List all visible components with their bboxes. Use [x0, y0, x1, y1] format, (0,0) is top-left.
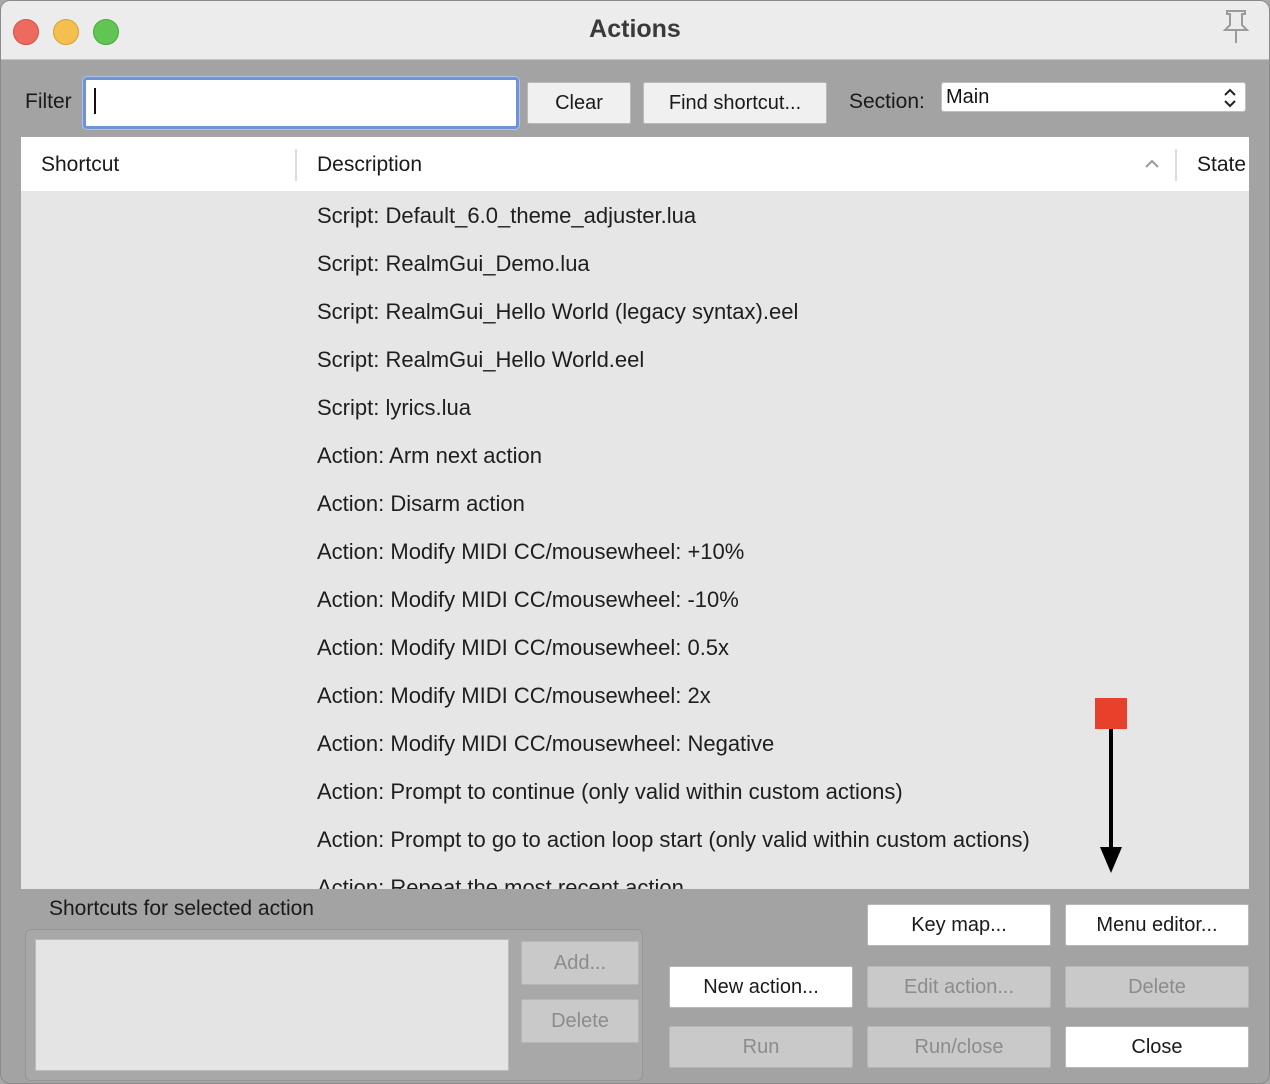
table-row[interactable]: Action: Disarm action — [21, 479, 1249, 527]
list-header: Shortcut Description State — [21, 137, 1249, 191]
column-header-description[interactable]: Description — [317, 153, 422, 177]
row-description: Script: RealmGui_Demo.lua — [317, 251, 590, 276]
row-description: Action: Modify MIDI CC/mousewheel: -10% — [317, 587, 739, 612]
row-description: Action: Modify MIDI CC/mousewheel: 0.5x — [317, 635, 730, 660]
find-shortcut-button[interactable]: Find shortcut... — [643, 82, 827, 124]
row-description: Script: Default_6.0_theme_adjuster.lua — [317, 203, 697, 228]
row-description: Action: Arm next action — [317, 443, 542, 468]
column-divider[interactable] — [295, 149, 297, 181]
run-close-button[interactable]: Run/close — [867, 1026, 1051, 1068]
pin-icon[interactable] — [1219, 7, 1253, 45]
clear-button[interactable]: Clear — [527, 82, 631, 124]
menu-editor-button[interactable]: Menu editor... — [1065, 904, 1249, 946]
row-description: Action: Prompt to go to action loop star… — [317, 827, 1030, 852]
row-description: Action: Modify MIDI CC/mousewheel: Negat… — [317, 731, 775, 756]
delete-shortcut-button[interactable]: Delete — [521, 999, 639, 1043]
actions-list[interactable]: Shortcut Description State Script: Defau… — [21, 137, 1249, 889]
key-map-button[interactable]: Key map... — [867, 904, 1051, 946]
new-action-button[interactable]: New action... — [669, 966, 853, 1008]
edit-action-button[interactable]: Edit action... — [867, 966, 1051, 1008]
shortcuts-for-selected-label: Shortcuts for selected action — [49, 897, 314, 920]
row-description: Action: Modify MIDI CC/mousewheel: 2x — [317, 683, 711, 708]
table-row[interactable]: Action: Prompt to continue (only valid w… — [21, 767, 1249, 815]
table-row[interactable]: Action: Modify MIDI CC/mousewheel: -10% — [21, 575, 1249, 623]
table-row[interactable]: Script: RealmGui_Demo.lua — [21, 239, 1249, 287]
list-rows: Script: Default_6.0_theme_adjuster.lua S… — [21, 191, 1249, 889]
row-description: Action: Disarm action — [317, 491, 525, 516]
run-button[interactable]: Run — [669, 1026, 853, 1068]
row-description: Script: RealmGui_Hello World (legacy syn… — [317, 299, 799, 324]
table-row[interactable]: Action: Modify MIDI CC/mousewheel: 2x — [21, 671, 1249, 719]
table-row[interactable]: Action: Modify MIDI CC/mousewheel: +10% — [21, 527, 1249, 575]
window-title: Actions — [589, 15, 681, 43]
chevron-up-icon — [1145, 159, 1159, 168]
text-caret — [94, 88, 96, 114]
table-row[interactable]: Action: Repeat the most recent action — [21, 863, 1249, 889]
table-row[interactable]: Script: Default_6.0_theme_adjuster.lua — [21, 191, 1249, 239]
column-divider[interactable] — [1175, 149, 1177, 181]
updown-chevron-icon — [1224, 88, 1236, 108]
title-bar: Actions — [1, 1, 1269, 60]
filter-input[interactable] — [83, 77, 519, 129]
table-row[interactable]: Action: Modify MIDI CC/mousewheel: 0.5x — [21, 623, 1249, 671]
section-select[interactable]: Main — [941, 82, 1246, 112]
row-description: Action: Repeat the most recent action — [317, 875, 684, 889]
table-row[interactable]: Action: Prompt to go to action loop star… — [21, 815, 1249, 863]
table-row[interactable]: Script: RealmGui_Hello World.eel — [21, 335, 1249, 383]
actions-window: Actions Filter Clear Find shortcut... Se… — [0, 0, 1270, 1084]
delete-action-button[interactable]: Delete — [1065, 966, 1249, 1008]
table-row[interactable]: Script: RealmGui_Hello World (legacy syn… — [21, 287, 1249, 335]
row-description: Action: Modify MIDI CC/mousewheel: +10% — [317, 539, 745, 564]
arrow-down-icon — [1100, 729, 1122, 873]
row-description: Script: RealmGui_Hello World.eel — [317, 347, 645, 372]
add-shortcut-button[interactable]: Add... — [521, 941, 639, 985]
table-row[interactable]: Action: Arm next action — [21, 431, 1249, 479]
section-value: Main — [946, 86, 990, 108]
shortcut-list[interactable] — [35, 939, 509, 1071]
section-label: Section: — [849, 90, 925, 113]
row-description: Script: lyrics.lua — [317, 395, 472, 420]
table-row[interactable]: Action: Modify MIDI CC/mousewheel: Negat… — [21, 719, 1249, 767]
annotation-marker — [1095, 698, 1127, 729]
row-description: Action: Prompt to continue (only valid w… — [317, 779, 903, 804]
column-header-shortcut[interactable]: Shortcut — [41, 153, 119, 177]
column-header-state[interactable]: State — [1197, 153, 1246, 177]
table-row[interactable]: Script: lyrics.lua — [21, 383, 1249, 431]
close-button[interactable]: Close — [1065, 1026, 1249, 1068]
filter-label: Filter — [25, 90, 72, 113]
